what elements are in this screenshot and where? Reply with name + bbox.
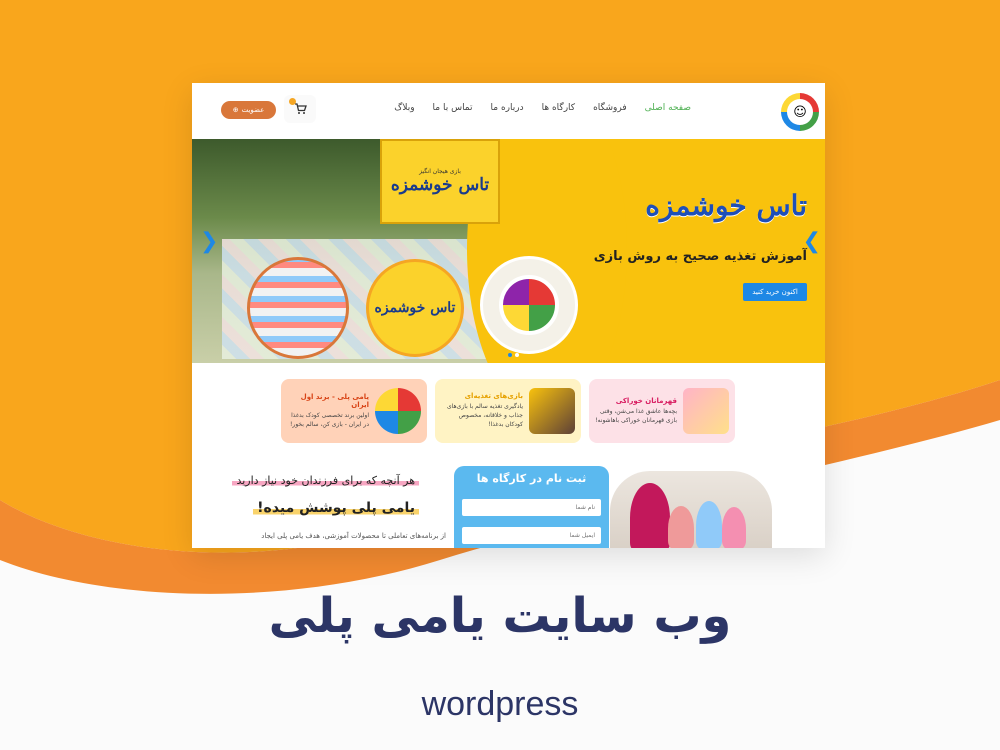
site-logo[interactable]: ☺ <box>781 93 819 131</box>
game-box-image: بازی هیجان انگیز تاس خوشمزه <box>380 139 500 224</box>
board-circle-image <box>247 257 349 359</box>
hero-title: تاس خوشمزه <box>645 189 807 222</box>
nav-about[interactable]: درباره ما <box>491 103 524 113</box>
workshop-register-form: ثبت نام در کارگاه ها <box>454 466 609 548</box>
email-input[interactable] <box>462 527 601 544</box>
intro-paragraph: از برنامه‌های تعاملی تا محصولات آموزشی، … <box>261 532 446 540</box>
nav-workshops[interactable]: کارگاه ها <box>542 103 575 113</box>
slider-dot-1[interactable] <box>515 353 519 357</box>
feature-card-nutrition-games[interactable]: بازی‌های تغذیه‌ای یادگیری تغذیه سالم با … <box>435 379 581 443</box>
food-plate-icon <box>499 275 559 335</box>
family-photo <box>610 471 772 548</box>
register-title: ثبت نام در کارگاه ها <box>476 472 587 485</box>
website-mockup: ☺ صفحه اصلی فروشگاه کارگاه ها درباره ما … <box>192 83 825 548</box>
slider-dots <box>508 353 519 357</box>
showcase-title: وب سایت یامی پلی <box>268 588 732 644</box>
card-desc: اولین برند تخصصی کودک بدغذا در ایران - ب… <box>290 411 369 428</box>
logo-face-icon: ☺ <box>787 99 813 125</box>
intro-highlight: یامی پلی پوشش میده! <box>253 500 419 516</box>
box-caption: بازی هیجان انگیز <box>419 168 461 175</box>
slider-prev-icon[interactable]: ❮ <box>200 229 218 254</box>
buy-now-button[interactable]: اکنون خرید کنید <box>743 283 807 301</box>
main-nav: صفحه اصلی فروشگاه کارگاه ها درباره ما تم… <box>394 103 691 113</box>
showcase-subtitle: wordpress <box>421 685 579 723</box>
signup-button[interactable]: عضویت ⊕ <box>221 101 276 119</box>
plus-circle-icon: ⊕ <box>232 106 239 114</box>
nav-home[interactable]: صفحه اصلی <box>645 103 691 113</box>
signup-label: عضویت <box>241 106 265 114</box>
nutrition-games-image <box>529 388 575 434</box>
nav-contact[interactable]: تماس با ما <box>433 103 473 113</box>
slider-next-icon[interactable]: ❯ <box>803 229 821 254</box>
intro-headline: هر آنچه که برای فرزندان خود نیاز دارید <box>232 474 419 487</box>
feature-card-brand[interactable]: یامی پلی - برند اول ایران اولین برند تخص… <box>281 379 427 443</box>
feature-cards: قهرمانان خوراکی بچه‌ها عاشق غذا می‌شن، و… <box>281 379 735 443</box>
slider-dot-2[interactable] <box>508 353 512 357</box>
nav-blog[interactable]: وبلاگ <box>394 103 414 113</box>
name-input[interactable] <box>462 499 601 516</box>
box-circle-image: تاس خوشمزه <box>366 259 464 357</box>
plate-circle-image <box>480 256 578 354</box>
cart-badge <box>289 98 296 105</box>
card-title: قهرمانان خوراکی <box>615 396 677 405</box>
cart-button[interactable] <box>284 95 316 123</box>
hero-slider: بازی هیجان انگیز تاس خوشمزه تاس خوشمزه ت… <box>192 139 825 363</box>
cart-icon <box>294 103 307 114</box>
card-title: یامی پلی - برند اول ایران <box>300 392 369 409</box>
card-title: بازی‌های تغذیه‌ای <box>464 392 523 401</box>
feature-card-food-heroes[interactable]: قهرمانان خوراکی بچه‌ها عاشق غذا می‌شن، و… <box>589 379 735 443</box>
box-title: تاس خوشمزه <box>390 175 490 195</box>
card-desc: بچه‌ها عاشق غذا می‌شن، وقتی بازی قهرمانا… <box>595 407 677 424</box>
site-header: ☺ صفحه اصلی فروشگاه کارگاه ها درباره ما … <box>192 83 825 139</box>
card-desc: یادگیری تغذیه سالم با بازی‌های جذاب و خل… <box>446 403 523 428</box>
hero-subtitle: آموزش تغذیه صحیح به روش بازی <box>593 249 807 264</box>
brand-logo-image <box>375 388 421 434</box>
circle-box-title: تاس خوشمزه <box>374 300 456 316</box>
nav-shop[interactable]: فروشگاه <box>593 103 627 113</box>
food-heroes-image <box>683 388 729 434</box>
